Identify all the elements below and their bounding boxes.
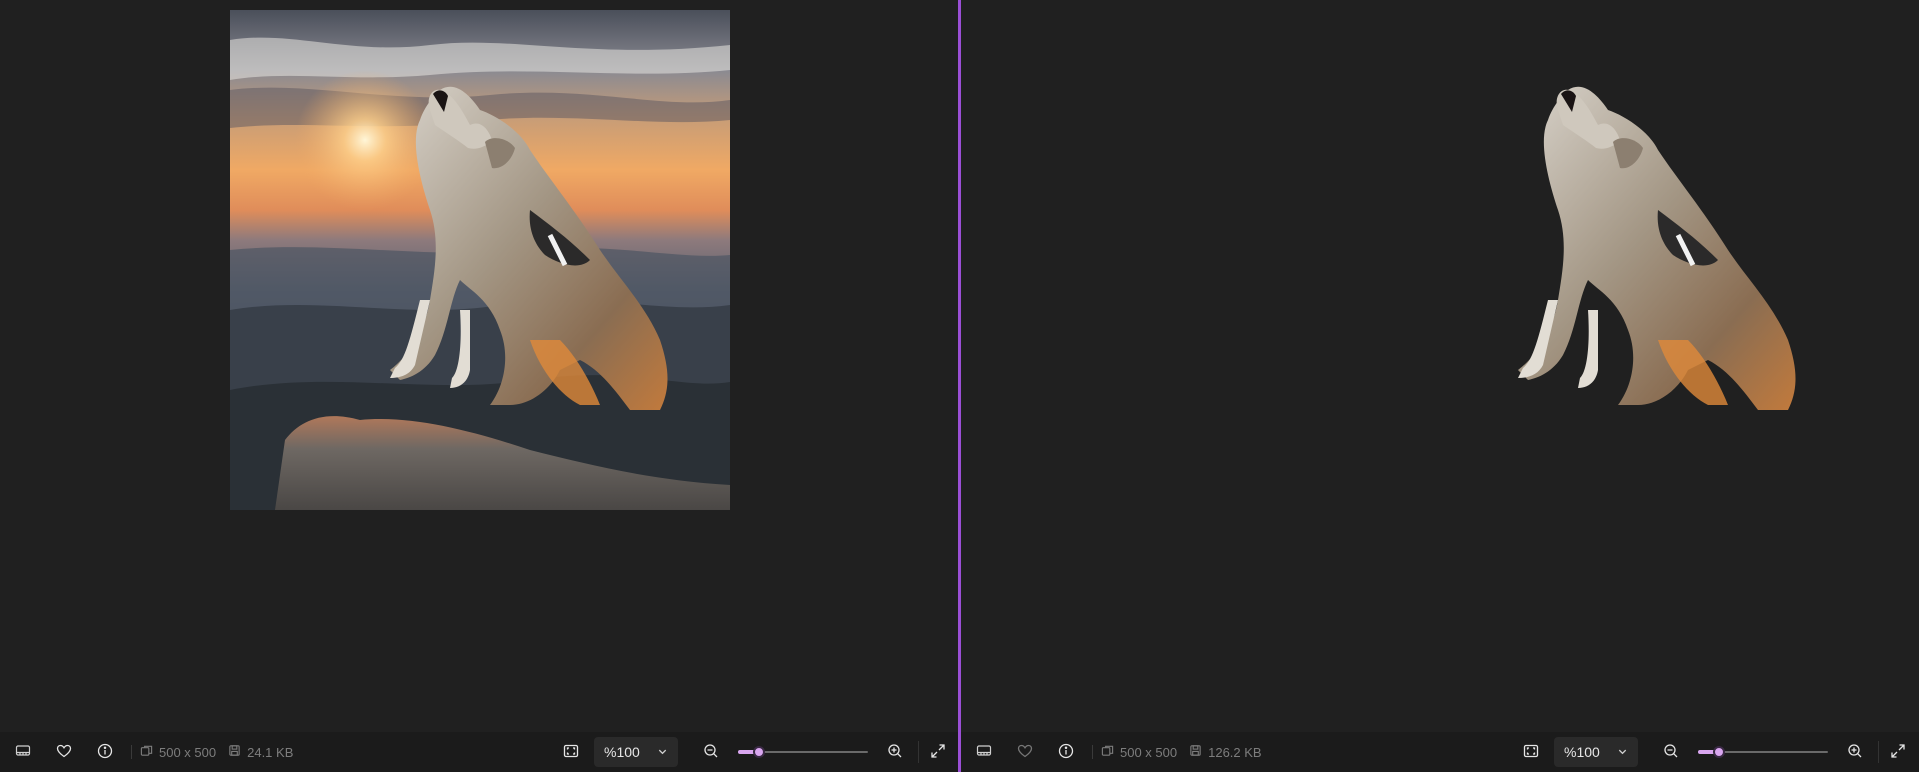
- fullscreen-icon: [1890, 743, 1906, 762]
- file-size-label: 126.2 KB: [1208, 744, 1262, 760]
- filmstrip-icon: [976, 743, 992, 762]
- filmstrip-button[interactable]: [8, 738, 38, 766]
- dimensions-icon: [140, 744, 153, 760]
- zoom-slider[interactable]: [1698, 744, 1828, 760]
- zoom-in-icon: [887, 743, 903, 762]
- zoom-slider-thumb[interactable]: [1712, 746, 1725, 758]
- dimensions-label: 500 x 500: [159, 744, 217, 760]
- filmstrip-icon: [15, 743, 31, 762]
- dimensions-icon: [1101, 744, 1114, 760]
- fit-to-screen-button[interactable]: [556, 738, 586, 766]
- image-dimensions: 500 x 500: [1101, 744, 1177, 760]
- image-file-size: 126.2 KB: [1189, 744, 1262, 760]
- fit-to-screen-icon: [1523, 743, 1539, 762]
- zoom-out-icon: [703, 743, 719, 762]
- file-size-label: 24.1 KB: [247, 744, 294, 760]
- original-image: [230, 10, 730, 510]
- save-disk-icon: [1189, 744, 1202, 760]
- right-image-pane: 500 x 500 126.2 KB %100: [961, 0, 1919, 772]
- toolbar-separator: [1092, 745, 1093, 759]
- zoom-out-icon: [1663, 743, 1679, 762]
- toolbar-separator: [918, 741, 919, 763]
- heart-icon: [56, 743, 72, 762]
- result-image: [1358, 10, 1858, 510]
- zoom-dropdown[interactable]: %100: [1554, 737, 1638, 767]
- favorite-button[interactable]: [49, 738, 79, 766]
- filmstrip-button[interactable]: [969, 738, 999, 766]
- fit-to-screen-button[interactable]: [1516, 738, 1546, 766]
- fullscreen-icon: [930, 743, 946, 762]
- left-image-pane: 500 x 500 24.1 KB %100: [0, 0, 959, 772]
- chevron-down-icon: [1617, 744, 1628, 760]
- zoom-out-button[interactable]: [1656, 738, 1686, 766]
- image-toolbar: 500 x 500 24.1 KB %100: [0, 732, 959, 772]
- info-button[interactable]: [1051, 738, 1081, 766]
- image-toolbar: 500 x 500 126.2 KB %100: [961, 732, 1919, 772]
- favorite-button[interactable]: [1010, 738, 1040, 766]
- fullscreen-button[interactable]: [1883, 738, 1913, 766]
- image-canvas[interactable]: [961, 0, 1919, 732]
- zoom-in-icon: [1847, 743, 1863, 762]
- zoom-value: %100: [604, 744, 640, 760]
- dimensions-label: 500 x 500: [1120, 744, 1178, 760]
- toolbar-separator: [131, 745, 132, 759]
- heart-icon: [1017, 743, 1033, 762]
- zoom-out-button[interactable]: [696, 738, 726, 766]
- image-canvas[interactable]: [0, 0, 959, 732]
- zoom-in-button[interactable]: [1840, 738, 1870, 766]
- info-icon: [97, 743, 113, 762]
- zoom-slider[interactable]: [738, 744, 868, 760]
- save-disk-icon: [228, 744, 241, 760]
- zoom-slider-thumb[interactable]: [752, 746, 765, 758]
- fit-to-screen-icon: [563, 743, 579, 762]
- info-button[interactable]: [90, 738, 120, 766]
- image-dimensions: 500 x 500: [140, 744, 216, 760]
- zoom-value: %100: [1564, 744, 1600, 760]
- fullscreen-button[interactable]: [923, 738, 953, 766]
- zoom-in-button[interactable]: [880, 738, 910, 766]
- chevron-down-icon: [657, 744, 668, 760]
- info-icon: [1058, 743, 1074, 762]
- toolbar-separator: [1878, 741, 1879, 763]
- zoom-dropdown[interactable]: %100: [594, 737, 678, 767]
- image-file-size: 24.1 KB: [228, 744, 293, 760]
